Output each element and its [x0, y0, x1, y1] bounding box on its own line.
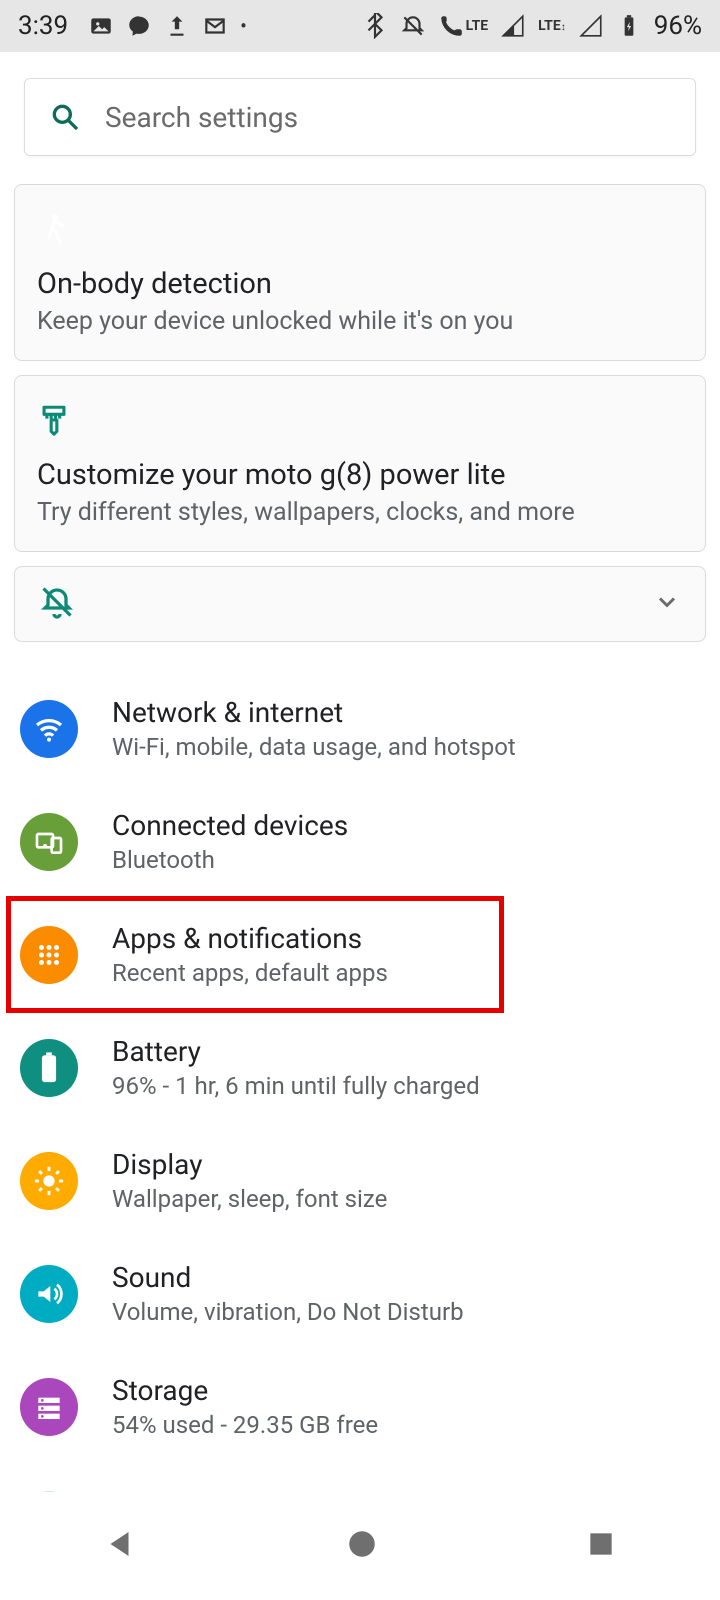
row-sub: Volume, vibration, Do Not Disturb — [112, 1298, 464, 1326]
row-sub: Recent apps, default apps — [112, 959, 388, 987]
card-onbody-detection[interactable]: On-body detection Keep your device unloc… — [14, 184, 706, 361]
dnd-status-icon — [400, 13, 426, 39]
dnd-off-icon — [39, 584, 75, 624]
navigation-bar — [0, 1492, 720, 1600]
wifi-icon — [20, 700, 78, 758]
row-sub: Bluetooth — [112, 846, 348, 874]
card-dnd-collapsed[interactable] — [14, 566, 706, 642]
settings-main: Search settings On-body detection Keep y… — [0, 52, 720, 1492]
signal-1-icon — [500, 13, 526, 39]
storage-icon — [20, 1378, 78, 1436]
nav-back-button[interactable] — [103, 1526, 139, 1566]
card-subtitle: Keep your device unlocked while it's on … — [37, 307, 683, 336]
row-title: Sound — [112, 1261, 464, 1294]
row-sub: Wallpaper, sleep, font size — [112, 1185, 387, 1213]
row-privacy[interactable]: Privacy Permissions, account activity, p… — [20, 1463, 706, 1492]
card-subtitle: Try different styles, wallpapers, clocks… — [37, 498, 683, 527]
row-apps-notifications[interactable]: Apps & notifications Recent apps, defaul… — [8, 898, 502, 1011]
card-title: Customize your moto g(8) power lite — [37, 458, 683, 492]
card-customize-device[interactable]: Customize your moto g(8) power lite Try … — [14, 375, 706, 552]
more-dot-icon: • — [240, 14, 247, 38]
volte-icon: LTE — [438, 13, 489, 39]
nav-recent-button[interactable] — [585, 1528, 617, 1564]
search-placeholder: Search settings — [105, 101, 298, 134]
row-sub: 54% used - 29.35 GB free — [112, 1411, 378, 1439]
nav-home-button[interactable] — [345, 1527, 379, 1565]
gmail-icon — [202, 13, 228, 39]
battery-circle-icon — [20, 1039, 78, 1097]
row-display[interactable]: Display Wallpaper, sleep, font size — [20, 1124, 706, 1237]
row-title: Battery — [112, 1035, 480, 1068]
row-title: Network & internet — [112, 696, 516, 729]
row-title: Storage — [112, 1374, 378, 1407]
brightness-icon — [20, 1152, 78, 1210]
row-network-internet[interactable]: Network & internet Wi-Fi, mobile, data u… — [20, 672, 706, 785]
walk-icon — [37, 209, 683, 253]
settings-list: Network & internet Wi-Fi, mobile, data u… — [14, 672, 706, 1492]
row-sub: Wi-Fi, mobile, data usage, and hotspot — [112, 733, 516, 761]
search-icon — [25, 101, 105, 133]
row-title: Display — [112, 1148, 387, 1181]
row-title: Connected devices — [112, 809, 348, 842]
status-bar: 3:39 • LTE LTE↕ 96% — [0, 0, 720, 52]
sound-icon — [20, 1265, 78, 1323]
photos-icon — [88, 13, 114, 39]
search-settings[interactable]: Search settings — [24, 78, 696, 156]
card-title: On-body detection — [37, 267, 683, 301]
apps-icon — [20, 926, 78, 984]
row-sub: 96% - 1 hr, 6 min until fully charged — [112, 1072, 480, 1100]
battery-percent: 96% — [654, 11, 702, 41]
devices-icon — [20, 813, 78, 871]
upload-icon — [164, 13, 190, 39]
row-storage[interactable]: Storage 54% used - 29.35 GB free — [20, 1350, 706, 1463]
lte-text-icon: LTE↕ — [538, 18, 566, 34]
status-time: 3:39 — [18, 11, 68, 41]
row-connected-devices[interactable]: Connected devices Bluetooth — [20, 785, 706, 898]
row-sound[interactable]: Sound Volume, vibration, Do Not Disturb — [20, 1237, 706, 1350]
row-battery[interactable]: Battery 96% - 1 hr, 6 min until fully ch… — [20, 1011, 706, 1124]
battery-icon — [616, 13, 642, 39]
bluetooth-icon — [362, 13, 388, 39]
messenger-icon — [126, 13, 152, 39]
row-title: Apps & notifications — [112, 922, 388, 955]
chevron-down-icon — [653, 588, 681, 620]
signal-2-icon — [578, 13, 604, 39]
brush-icon — [37, 400, 683, 444]
